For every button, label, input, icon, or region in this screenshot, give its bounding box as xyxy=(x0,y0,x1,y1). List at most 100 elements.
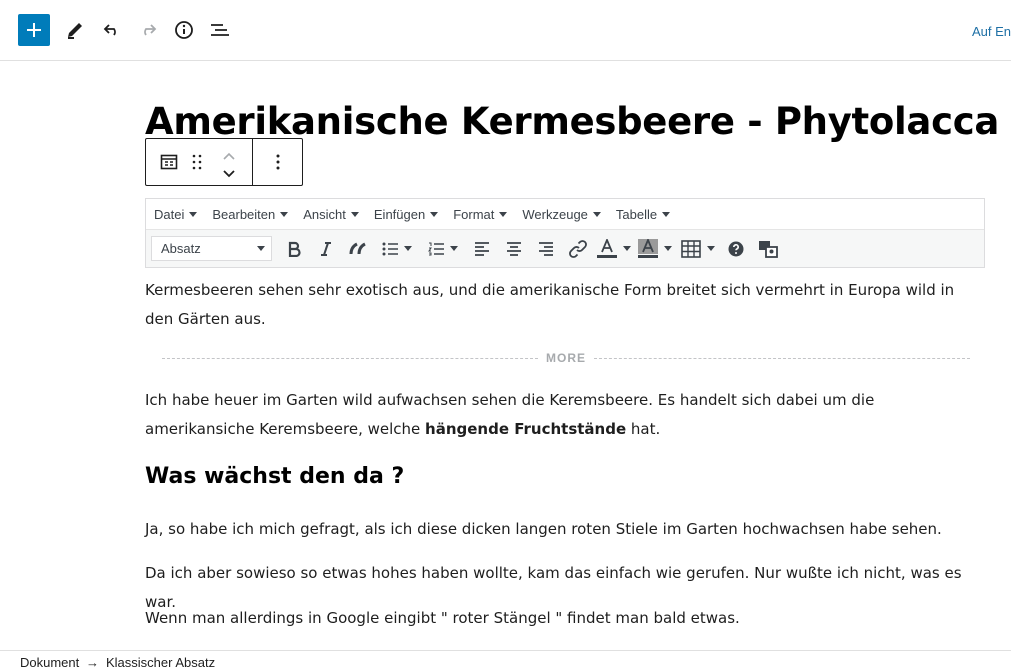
chevron-down-icon xyxy=(430,211,439,217)
help-icon xyxy=(728,241,744,256)
media-icon xyxy=(759,240,778,258)
paragraph-keremsbeere[interactable]: Ich habe heuer im Garten wild aufwachsen… xyxy=(145,386,985,444)
intro-paragraph[interactable]: Kermesbeeren sehen sehr exotisch aus, un… xyxy=(145,276,985,334)
more-separator: MORE xyxy=(162,350,970,366)
menu-label: Werkzeuge xyxy=(522,206,588,222)
block-type-button[interactable] xyxy=(160,153,178,176)
breadcrumb-document[interactable]: Dokument xyxy=(20,655,79,670)
breadcrumb-current[interactable]: Klassischer Absatz xyxy=(106,655,215,670)
menu-label: Tabelle xyxy=(615,206,658,222)
align-center-icon xyxy=(507,241,521,256)
block-toolbar xyxy=(145,138,303,186)
menu-datei[interactable]: Datei xyxy=(154,206,198,222)
more-dash-left xyxy=(162,357,538,359)
move-up-button[interactable] xyxy=(222,148,236,166)
classic-editor: Datei Bearbeiten Ansicht Einfügen Format… xyxy=(145,198,985,268)
redo-button[interactable] xyxy=(132,14,164,46)
menu-label: Format xyxy=(453,206,495,222)
menu-tabelle[interactable]: Tabelle xyxy=(615,206,671,222)
table-button[interactable] xyxy=(676,234,720,264)
chevron-down-icon xyxy=(499,211,508,217)
bullet-list-button[interactable] xyxy=(374,234,420,264)
menu-label: Bearbeiten xyxy=(212,206,276,222)
menu-label: Ansicht xyxy=(303,206,346,222)
move-down-icon xyxy=(223,170,235,178)
block-breadcrumb: Dokument → Klassischer Absatz xyxy=(0,650,1011,672)
classic-block-icon xyxy=(160,154,178,170)
details-button[interactable] xyxy=(168,14,200,46)
list-view-icon xyxy=(211,24,229,36)
background-color-button[interactable] xyxy=(634,234,676,264)
post-title[interactable]: Amerikanische Kermesbeere - Phytolacca xyxy=(145,100,999,143)
align-left-icon xyxy=(475,241,489,256)
bullet-list-icon xyxy=(382,242,398,255)
menu-label: Einfügen xyxy=(373,206,426,222)
link-button[interactable] xyxy=(562,234,594,264)
align-center-button[interactable] xyxy=(498,234,530,264)
breadcrumb-separator: → xyxy=(86,655,99,670)
chevron-down-icon xyxy=(623,246,631,251)
numbered-list-icon xyxy=(428,242,444,255)
more-label: MORE xyxy=(546,351,586,365)
menu-ansicht[interactable]: Ansicht xyxy=(303,207,359,222)
italic-icon xyxy=(321,241,331,256)
media-button[interactable] xyxy=(752,234,784,264)
menu-einfuegen[interactable]: Einfügen xyxy=(373,206,439,222)
blockquote-button[interactable] xyxy=(342,234,374,264)
editor-top-toolbar: Auf En xyxy=(0,0,1011,61)
paragraph-question[interactable]: Ja, so habe ich mich gefragt, als ich di… xyxy=(145,515,985,544)
chevron-down-icon xyxy=(450,246,458,251)
classic-menubar: Datei Bearbeiten Ansicht Einfügen Format… xyxy=(146,199,984,230)
paragraph-google[interactable]: Wenn man allerdings in Google eingibt " … xyxy=(145,604,985,633)
plus-icon xyxy=(27,23,41,37)
block-options-button[interactable] xyxy=(253,139,302,185)
move-up-icon xyxy=(223,152,235,160)
list-view-button[interactable] xyxy=(204,14,236,46)
link-icon xyxy=(569,239,587,258)
paragraph-format-select[interactable]: Absatz xyxy=(151,236,272,261)
chevron-down-icon xyxy=(257,246,265,251)
chevron-down-icon xyxy=(707,246,715,251)
bold-text: hängende Fruchtstände xyxy=(425,420,627,438)
chevron-down-icon xyxy=(662,211,671,217)
chevron-down-icon xyxy=(189,211,198,217)
undo-icon xyxy=(103,24,116,36)
menu-label: Datei xyxy=(154,206,185,222)
background-color-icon xyxy=(638,238,658,258)
chevron-down-icon xyxy=(350,211,359,217)
classic-toolbar: Absatz xyxy=(146,230,984,267)
table-icon xyxy=(681,239,701,258)
drag-handle[interactable] xyxy=(192,154,202,175)
info-icon xyxy=(175,21,193,39)
more-dash-right xyxy=(594,357,970,359)
align-right-button[interactable] xyxy=(530,234,562,264)
chevron-down-icon xyxy=(280,211,289,217)
help-button[interactable] xyxy=(720,234,752,264)
section-heading[interactable]: Was wächst den da ? xyxy=(145,464,404,489)
format-select-value: Absatz xyxy=(161,241,201,256)
align-left-button[interactable] xyxy=(466,234,498,264)
numbered-list-button[interactable] xyxy=(420,234,466,264)
redo-icon xyxy=(144,24,157,36)
align-right-icon xyxy=(539,241,553,256)
text-color-button[interactable] xyxy=(594,234,634,264)
bold-icon xyxy=(288,241,301,257)
chevron-down-icon xyxy=(404,246,412,251)
move-down-button[interactable] xyxy=(222,165,236,183)
chevron-down-icon xyxy=(592,211,601,217)
text-color-icon xyxy=(597,238,617,258)
paragraph-text-end: hat. xyxy=(626,420,661,438)
bold-button[interactable] xyxy=(278,234,310,264)
menu-format[interactable]: Format xyxy=(453,206,508,222)
block-toolbar-main xyxy=(146,139,253,185)
pencil-icon xyxy=(68,23,82,39)
menu-werkzeuge[interactable]: Werkzeuge xyxy=(522,207,601,222)
add-block-button[interactable] xyxy=(18,14,50,46)
view-post-link[interactable]: Auf En xyxy=(972,24,1011,39)
italic-button[interactable] xyxy=(310,234,342,264)
undo-button[interactable] xyxy=(96,14,128,46)
drag-handle-icon xyxy=(192,154,202,170)
menu-bearbeiten[interactable]: Bearbeiten xyxy=(212,206,289,222)
more-options-icon xyxy=(276,154,279,170)
tools-button[interactable] xyxy=(59,14,91,46)
